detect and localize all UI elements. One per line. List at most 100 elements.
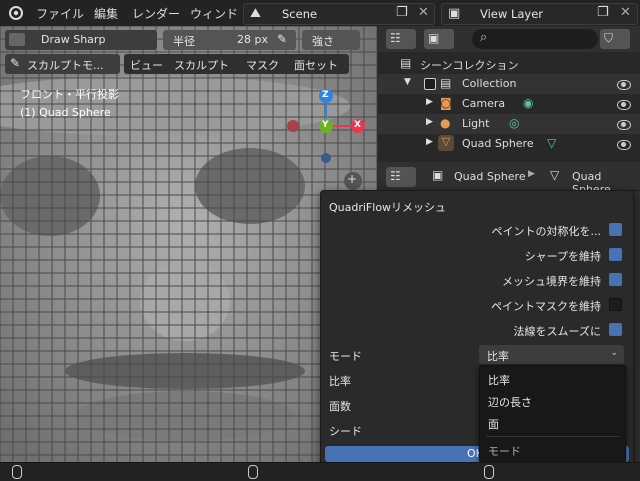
expand-arrow-icon[interactable]: ▶ bbox=[426, 117, 433, 127]
view-name: フロント・平行投影 bbox=[20, 88, 119, 101]
expand-arrow-icon[interactable]: ▶ bbox=[426, 137, 433, 147]
object-icon: ▣ bbox=[432, 168, 444, 182]
brush-icon bbox=[9, 33, 25, 46]
mode-dropdown[interactable]: 比率 ⌄ bbox=[479, 345, 624, 364]
expand-arrow-icon[interactable]: ▼ bbox=[404, 77, 411, 87]
scene-collection-label: シーンコレクション bbox=[420, 59, 519, 72]
mode-name: スカルプトモ... bbox=[27, 59, 104, 72]
light-icon: ● bbox=[440, 116, 451, 130]
display-mode-button[interactable]: ▣ bbox=[424, 29, 454, 49]
menu-divider bbox=[486, 436, 619, 437]
properties-editor-icon: ☷ bbox=[390, 169, 401, 183]
light-label: Light bbox=[462, 117, 490, 130]
mesh-data-icon[interactable]: ▽ bbox=[547, 136, 556, 150]
menu-file[interactable]: ファイル bbox=[36, 5, 84, 22]
gizmo-x-label: X bbox=[354, 120, 361, 130]
ratio-label: 比率 bbox=[329, 375, 351, 388]
outliner-search-input[interactable]: ⌕ bbox=[472, 29, 598, 49]
menu-render[interactable]: レンダー bbox=[132, 5, 180, 22]
checkbox-preserve-boundary[interactable] bbox=[609, 273, 622, 286]
blender-logo-icon[interactable] bbox=[8, 5, 24, 21]
mesh-icon: ▽ bbox=[550, 168, 560, 182]
plus-icon: + bbox=[347, 172, 358, 186]
mode-label: モード bbox=[329, 350, 362, 363]
mode-dropdown-value: 比率 bbox=[487, 350, 509, 363]
zoom-button[interactable]: + bbox=[344, 172, 362, 190]
strength-field[interactable]: 強さ bbox=[302, 30, 360, 50]
outliner-row-camera[interactable]: ▶ ◙ Camera ◉ bbox=[378, 94, 640, 114]
light-data-icon[interactable]: ◎ bbox=[509, 116, 519, 130]
option-label: ペイントマスクを維持 bbox=[491, 300, 601, 313]
option-label: ペイントの対称化を... bbox=[491, 225, 602, 238]
mode-selector[interactable]: ✎ スカルプトモ... bbox=[5, 54, 120, 74]
view-layer-selector[interactable]: ▣ View Layer ❐ ✕ bbox=[441, 3, 638, 25]
collection-label: Collection bbox=[462, 77, 517, 90]
mode-dropdown-menu: 比率 辺の長さ 面 モード bbox=[479, 365, 626, 463]
pen-pressure-icon[interactable]: ✎ bbox=[277, 32, 287, 46]
checkbox-preserve-sharp[interactable] bbox=[609, 248, 622, 261]
sculpt-mode-icon: ✎ bbox=[10, 56, 21, 70]
visibility-eye-icon[interactable] bbox=[617, 120, 631, 130]
chevron-down-icon: ⌄ bbox=[610, 348, 618, 358]
menu-sculpt[interactable]: スカルプト bbox=[174, 57, 229, 73]
outliner-row-collection[interactable]: ▼ ▤ Collection bbox=[378, 74, 640, 94]
brush-name: Draw Sharp bbox=[41, 33, 106, 46]
view-layer-icon: ▣ bbox=[448, 6, 461, 21]
visibility-eye-icon[interactable] bbox=[617, 100, 631, 110]
scene-icon: ⛰ bbox=[250, 6, 261, 21]
properties-editor-button[interactable]: ☷ bbox=[386, 167, 416, 187]
close-scene-icon[interactable]: ✕ bbox=[418, 5, 429, 20]
scene-name: Scene bbox=[282, 7, 318, 21]
visibility-eye-icon[interactable] bbox=[617, 140, 631, 150]
outliner-row-quad-sphere[interactable]: ▶ ▽ Quad Sphere ▽ bbox=[378, 134, 640, 154]
menu-window[interactable]: ウィンド bbox=[190, 5, 238, 22]
menu-option-faces[interactable]: 面 bbox=[488, 416, 499, 432]
object-info: (1) Quad Sphere bbox=[20, 106, 111, 119]
menu-edit[interactable]: 編集 bbox=[94, 5, 118, 22]
filter-button[interactable]: ⛉ bbox=[600, 29, 630, 49]
menu-header: モード bbox=[488, 445, 521, 458]
outliner-row-light[interactable]: ▶ ● Light ◎ bbox=[378, 114, 640, 134]
editor-type-button[interactable]: ☷ bbox=[386, 29, 416, 49]
visibility-eye-icon[interactable] bbox=[617, 80, 631, 90]
radius-value: 28 px bbox=[237, 33, 268, 46]
mouse-right-icon bbox=[484, 465, 494, 479]
menu-mask[interactable]: マスク bbox=[246, 57, 279, 73]
outliner: ☷ ▣ ⌕ ⛉ ▤ シーンコレクション ▼ ▤ Collection ▶ ◙ C… bbox=[378, 26, 640, 162]
breadcrumb-object[interactable]: Quad Sphere bbox=[454, 170, 526, 183]
gizmo-y-label: Y bbox=[322, 120, 329, 130]
menu-face-sets[interactable]: 面セット bbox=[294, 57, 338, 73]
collection-icon: ▤ bbox=[440, 76, 452, 90]
quad-sphere-label: Quad Sphere bbox=[462, 137, 534, 150]
top-bar: ファイル 編集 レンダー ウィンド ⛰ Scene ❐ ✕ ▣ View Lay… bbox=[0, 0, 640, 27]
option-label: メッシュ境界を維持 bbox=[502, 275, 601, 288]
checkbox-symmetrize[interactable] bbox=[609, 223, 622, 236]
collection-checkbox[interactable] bbox=[424, 78, 436, 90]
copy-scene-icon[interactable]: ❐ bbox=[396, 5, 408, 20]
scene-selector[interactable]: ⛰ Scene ❐ ✕ bbox=[243, 3, 435, 25]
display-mode-icon: ▣ bbox=[428, 31, 440, 45]
outliner-editor-icon: ☷ bbox=[390, 31, 401, 45]
outliner-header: ☷ ▣ ⌕ ⛉ bbox=[378, 26, 640, 52]
checkbox-smooth-normals[interactable] bbox=[609, 323, 622, 336]
menu-option-ratio[interactable]: 比率 bbox=[488, 372, 510, 388]
search-icon: ⌕ bbox=[480, 30, 488, 45]
tool-header: Draw Sharp 半径 28 px ✎ 強さ ✎ スカルプトモ... ビュー… bbox=[0, 26, 377, 76]
radius-label: 半径 bbox=[173, 35, 195, 48]
camera-icon: ◙ bbox=[440, 96, 452, 110]
menu-view[interactable]: ビュー bbox=[130, 57, 163, 73]
outliner-row-scene-collection[interactable]: ▤ シーンコレクション bbox=[378, 54, 640, 74]
seed-label: シード bbox=[329, 425, 362, 438]
close-view-layer-icon[interactable]: ✕ bbox=[620, 5, 631, 20]
menu-option-edge-length[interactable]: 辺の長さ bbox=[488, 394, 532, 410]
camera-label: Camera bbox=[462, 97, 506, 110]
camera-data-icon[interactable]: ◉ bbox=[523, 96, 533, 110]
expand-arrow-icon[interactable]: ▶ bbox=[426, 97, 433, 107]
gizmo-z-label: Z bbox=[322, 90, 329, 100]
brush-selector[interactable]: Draw Sharp bbox=[5, 30, 157, 50]
copy-view-layer-icon[interactable]: ❐ bbox=[597, 5, 609, 20]
checkbox-preserve-mask[interactable] bbox=[609, 298, 622, 311]
radius-field[interactable]: 半径 28 px ✎ bbox=[163, 30, 296, 50]
option-label: 法線をスムーズに bbox=[513, 325, 601, 338]
mouse-left-icon bbox=[12, 465, 22, 479]
